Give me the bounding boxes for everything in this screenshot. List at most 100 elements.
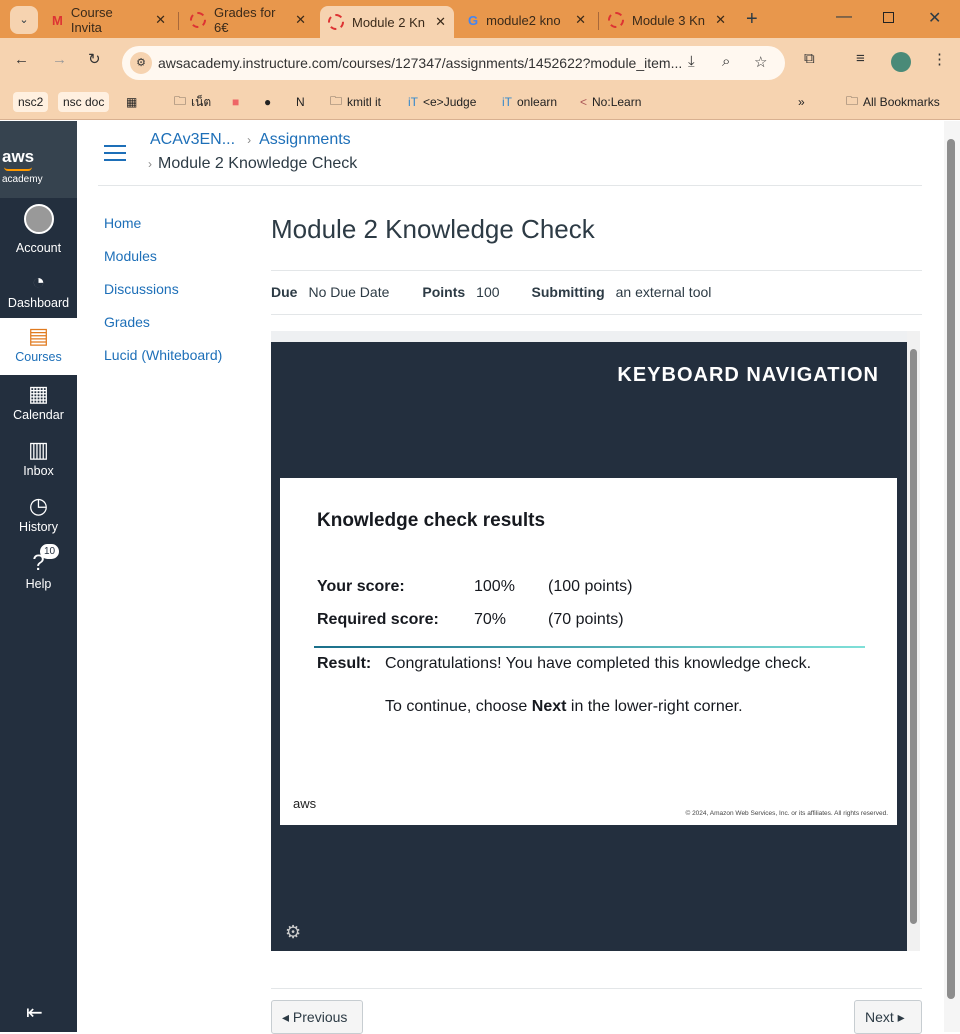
tab-title: module2 kno — [486, 12, 561, 28]
bookmark[interactable]: nsc2 — [13, 92, 49, 112]
results-title: Knowledge check results — [317, 510, 546, 531]
keyboard-navigation-header[interactable]: KEYBOARD NAVIGATION — [617, 364, 879, 387]
bookmark-icon-site[interactable]: ■ — [232, 92, 239, 112]
tab-2[interactable]: Module 2 Kn ✕ — [320, 6, 454, 38]
previous-button[interactable]: ◂ Previous — [271, 1000, 363, 1034]
close-icon[interactable]: ✕ — [435, 14, 446, 30]
bookmark-label: No:Learn — [592, 95, 642, 109]
avatar-icon — [0, 204, 77, 241]
tab-title: Module 2 Kn — [352, 14, 425, 30]
tab-1[interactable]: Grades for 6€ ✕ — [182, 5, 314, 35]
reload-icon[interactable]: ↻ — [88, 50, 101, 68]
star-icon[interactable]: ☆ — [754, 53, 767, 71]
media-icon[interactable]: ≡ — [856, 50, 865, 67]
apps-icon[interactable]: ▦ — [126, 92, 137, 112]
breadcrumb-current: Module 2 Knowledge Check — [158, 155, 358, 172]
nav-label: Help — [25, 577, 52, 591]
all-bookmarks[interactable]: 🗀 All Bookmarks — [846, 92, 940, 112]
your-score-label: Your score: — [317, 578, 405, 595]
bookmark-folder[interactable]: 🗀 เน็ต — [174, 92, 211, 112]
page-scrollbar[interactable] — [944, 121, 960, 1032]
course-nav-discussions[interactable]: Discussions — [104, 281, 179, 297]
tab-search-button[interactable]: ⌄ — [10, 6, 38, 34]
notion-icon[interactable]: N — [296, 92, 305, 112]
settings-gear-icon[interactable]: ⚙ — [285, 922, 301, 943]
folder-icon: 🗀 — [846, 93, 859, 108]
tab-title: Course Invita — [70, 5, 113, 35]
clock-icon: ◷ — [28, 493, 49, 518]
help-icon: ? — [32, 550, 45, 575]
minimize-button[interactable]: — — [836, 8, 852, 26]
nav-label: Account — [15, 241, 62, 255]
results-card: Knowledge check results Your score: 100%… — [280, 478, 897, 825]
dashboard-icon: ◔ — [31, 269, 46, 294]
result-text: Congratulations! You have completed this… — [385, 655, 812, 672]
close-window-button[interactable]: ✕ — [928, 8, 941, 28]
your-score-points: (100 points) — [548, 578, 633, 595]
nav-help[interactable]: ? 10 Help — [0, 544, 77, 603]
divider — [314, 646, 865, 648]
bookmarks-bar: nsc2 nsc doc ▦ 🗀 เน็ต ■ ● N 🗀 kmitl it iT <… — [0, 86, 960, 120]
frame-scrollbar[interactable] — [907, 331, 920, 951]
bookmark-folder[interactable]: 🗀 kmitl it — [330, 92, 381, 112]
bookmark[interactable]: nsc doc — [58, 92, 110, 112]
nav-dashboard[interactable]: ◔ Dashboard — [0, 266, 77, 322]
nav-label: Calendar — [13, 408, 64, 422]
canvas-icon — [608, 12, 624, 28]
extensions-icon[interactable]: ⧉ — [804, 50, 815, 67]
close-icon[interactable]: ✕ — [715, 12, 726, 28]
profile-avatar[interactable] — [891, 52, 911, 72]
github-icon[interactable]: ● — [264, 92, 271, 112]
tab-4[interactable]: Module 3 Kn ✕ — [600, 6, 734, 34]
tab-strip: ⌄ M Course Invita ✕ Grades for 6€ ✕ Module … — [0, 0, 960, 38]
nav-courses[interactable]: ▤ Courses — [0, 318, 77, 375]
next-button[interactable]: Next ▸ — [854, 1000, 922, 1034]
gmail-icon: M — [52, 12, 63, 28]
nav-history[interactable]: ◷ History — [0, 490, 77, 546]
bookmark[interactable]: iT <e>Judge — [408, 92, 476, 112]
maximize-button[interactable] — [883, 12, 894, 23]
course-nav-lucid[interactable]: Lucid (Whiteboard) — [104, 347, 222, 363]
aws-academy-logo[interactable]: aws academy — [0, 121, 77, 198]
bookmark[interactable]: iT onlearn — [502, 92, 557, 112]
frame-top-strip — [271, 331, 907, 342]
nav-account[interactable]: Account — [0, 202, 77, 258]
bookmark-label: All Bookmarks — [863, 95, 940, 109]
new-tab-button[interactable]: + — [746, 8, 758, 31]
close-icon[interactable]: ✕ — [155, 12, 166, 28]
course-nav-modules[interactable]: Modules — [104, 248, 157, 264]
close-icon[interactable]: ✕ — [575, 12, 586, 28]
required-score-label: Required score: — [317, 611, 439, 628]
course-nav-home[interactable]: Home — [104, 215, 141, 231]
close-icon[interactable]: ✕ — [295, 12, 306, 28]
folder-icon: 🗀 — [330, 93, 343, 108]
course-nav-grades[interactable]: Grades — [104, 314, 150, 330]
site-info-icon[interactable]: ⚙ — [130, 52, 152, 74]
canvas-icon — [328, 14, 344, 30]
breadcrumb-assignments[interactable]: Assignments — [259, 131, 351, 148]
calendar-icon: ▦ — [28, 381, 49, 406]
nav-label: History — [19, 520, 58, 534]
bookmark[interactable]: < No:Learn — [580, 92, 641, 112]
menu-icon[interactable]: ⋮ — [932, 50, 947, 68]
submitting-label: Submitting — [531, 284, 605, 300]
copyright: © 2024, Amazon Web Services, Inc. or its… — [685, 810, 888, 817]
breadcrumb-course[interactable]: ACAv3EN... — [150, 131, 235, 148]
submitting-value: an external tool — [615, 284, 712, 300]
hamburger-menu-icon[interactable] — [104, 145, 126, 161]
back-icon[interactable]: ← — [14, 51, 29, 68]
bookmark-favicon: iT — [502, 95, 512, 109]
bookmark-label: kmitl it — [347, 95, 382, 109]
forward-icon[interactable]: → — [52, 51, 67, 68]
install-icon[interactable]: ⤓ — [688, 53, 695, 70]
assignment-details: Due No Due Date Points 100 Submitting an ex… — [271, 284, 711, 300]
nav-calendar[interactable]: ▦ Calendar — [0, 378, 77, 434]
due-value: No Due Date — [308, 284, 390, 300]
more-bookmarks-icon[interactable]: » — [798, 92, 805, 112]
address-bar[interactable]: ⚙ awsacademy.instructure.com/courses/127… — [122, 46, 785, 80]
zoom-icon[interactable]: ⌕ — [722, 53, 730, 70]
tab-3[interactable]: Gmodule2 kno ✕ — [460, 6, 594, 34]
tab-0[interactable]: M Course Invita ✕ — [44, 5, 174, 35]
nav-inbox[interactable]: ▥ Inbox — [0, 434, 77, 490]
collapse-nav-icon[interactable]: ⇤ — [26, 1000, 43, 1025]
